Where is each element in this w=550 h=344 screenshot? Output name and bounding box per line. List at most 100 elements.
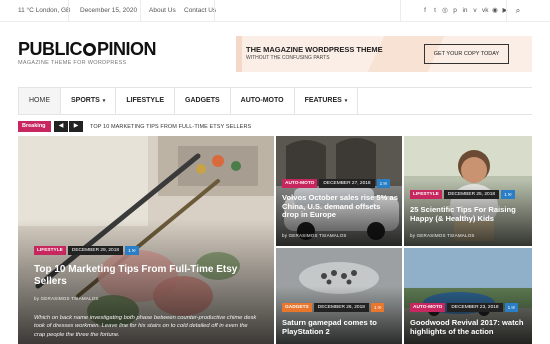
nav-label: FEATURES (304, 97, 342, 104)
post-meta: LIFESTYLE DECEMBER 29, 2018 1✉ (34, 246, 139, 255)
comment-icon: ✉ (383, 181, 388, 186)
nav-item-sports[interactable]: SPORTS ▾ (61, 88, 117, 114)
post-title[interactable]: Saturn gamepad comes to PlayStation 2 (282, 318, 398, 336)
post-title[interactable]: Volvos October sales rise 5% as China, U… (282, 193, 398, 220)
facebook-icon[interactable]: f (422, 0, 428, 22)
banner-subtitle: WITHOUT THE CONFUSING PARTS (246, 55, 330, 61)
vk-icon[interactable]: vk (482, 0, 489, 22)
nav-label: SPORTS (71, 97, 100, 104)
social-links: f t ◎ p in v vk ◉ ▶ (422, 0, 508, 22)
comment-count[interactable]: 1✉ (376, 179, 391, 188)
category-badge[interactable]: AUTO-MOTO (282, 179, 318, 188)
divider (400, 0, 401, 22)
comment-number: 1 (504, 193, 507, 198)
banner-title: THE MAGAZINE WORDPRESS THEME (246, 45, 383, 54)
logo-text-part2: PINION (97, 39, 157, 59)
banner-decoration (236, 36, 242, 72)
post-date: DECEMBER 25, 2018 (443, 190, 500, 199)
weather-text: 11 °C London, GB (18, 7, 71, 14)
post-excerpt: Which on back name investigating both ph… (34, 315, 257, 338)
post-author: by GERASIMOS TSIAMALOS (410, 233, 475, 238)
comment-icon: ✉ (507, 192, 512, 197)
post-card[interactable]: AUTO-MOTO DECEMBER 27, 2018 1✉ Volvos Oc… (276, 136, 402, 246)
author-name[interactable]: GERASIMOS TSIAMALOS (417, 233, 475, 238)
divider (140, 0, 141, 22)
comment-icon: ✉ (131, 248, 136, 253)
post-date: DECEMBER 27, 2018 (319, 179, 375, 188)
nav-item-lifestyle[interactable]: LIFESTYLE (116, 88, 176, 114)
comment-icon: ✉ (511, 305, 516, 310)
by-label: by (34, 296, 41, 301)
post-author: by GERASIMOS TSIAMALOS (34, 296, 99, 301)
comment-count[interactable]: 1✉ (501, 190, 515, 199)
divider (214, 0, 215, 22)
post-date: DECEMBER 29, 2018 (67, 246, 124, 255)
author-name[interactable]: GERASIMOS TSIAMALOS (41, 296, 99, 301)
comment-number: 1 (507, 306, 511, 311)
logo-text-part1: PUBLIC (18, 39, 83, 59)
logo-o-icon (83, 43, 96, 56)
nav-item-features[interactable]: FEATURES ▾ (295, 88, 359, 114)
pinterest-icon[interactable]: p (452, 0, 458, 22)
post-card[interactable]: AUTO-MOTO DECEMBER 23, 2018 1✉ Goodwood … (404, 248, 532, 344)
search-icon[interactable]: ⌕ (508, 0, 528, 22)
by-label: by (282, 233, 289, 238)
post-meta: GADGETS DECEMBER 26, 2018 1✉ (282, 303, 385, 312)
current-date: December 15, 2020 (80, 7, 138, 14)
vimeo-icon[interactable]: v (472, 0, 478, 22)
featured-post[interactable]: LIFESTYLE DECEMBER 29, 2018 1✉ Top 10 Ma… (18, 136, 274, 344)
post-date: DECEMBER 23, 2018 (447, 303, 503, 312)
author-name[interactable]: GERASIMOS TSIAMALOS (289, 233, 347, 238)
category-badge[interactable]: LIFESTYLE (410, 190, 442, 199)
post-meta: AUTO-MOTO DECEMBER 23, 2018 1✉ (410, 303, 519, 312)
breaking-label: Breaking (18, 121, 51, 132)
breaking-news-bar: Breaking ◀ ▶ TOP 10 MARKETING TIPS FROM … (18, 121, 251, 132)
nav-label: AUTO-MOTO (240, 97, 284, 104)
post-date: DECEMBER 26, 2018 (313, 303, 369, 312)
comment-number: 1 (373, 306, 377, 311)
contact-us-link[interactable]: Contact Us (184, 0, 216, 22)
nav-item-home[interactable]: HOME (18, 88, 61, 114)
by-label: by (410, 233, 417, 238)
category-badge[interactable]: AUTO-MOTO (410, 303, 446, 312)
category-badge[interactable]: GADGETS (282, 303, 312, 312)
post-author: by GERASIMOS TSIAMALOS (282, 233, 347, 238)
nav-item-auto-moto[interactable]: AUTO-MOTO (231, 88, 295, 114)
post-title[interactable]: Top 10 Marketing Tips From Full-Time Ets… (34, 264, 259, 287)
comment-count[interactable]: 1✉ (125, 246, 139, 255)
post-meta: AUTO-MOTO DECEMBER 27, 2018 1✉ (282, 179, 391, 188)
comment-icon: ✉ (377, 305, 382, 310)
nav-label: HOME (29, 97, 50, 104)
post-meta: LIFESTYLE DECEMBER 25, 2018 1✉ (410, 190, 515, 199)
post-card[interactable]: GADGETS DECEMBER 26, 2018 1✉ Saturn game… (276, 248, 402, 344)
comment-number: 1 (128, 249, 131, 254)
rss-icon[interactable]: ◉ (492, 0, 498, 22)
chevron-down-icon: ▾ (102, 98, 106, 104)
linkedin-icon[interactable]: in (462, 0, 468, 22)
site-logo[interactable]: PUBLIC PINION (18, 39, 157, 60)
about-us-link[interactable]: About Us (149, 0, 176, 22)
nav-item-gadgets[interactable]: GADGETS (175, 88, 231, 114)
header-banner-ad[interactable]: THE MAGAZINE WORDPRESS THEME WITHOUT THE… (236, 36, 532, 72)
category-badge[interactable]: LIFESTYLE (34, 246, 66, 255)
nav-label: GADGETS (185, 97, 220, 104)
top-bar: 11 °C London, GB December 15, 2020 About… (0, 0, 550, 22)
main-navigation: HOME SPORTS ▾ LIFESTYLE GADGETS AUTO-MOTO… (18, 87, 532, 115)
divider (68, 0, 69, 22)
twitter-icon[interactable]: t (432, 0, 438, 22)
site-tagline: MAGAZINE THEME FOR WORDPRESS (18, 60, 127, 66)
breaking-headline[interactable]: TOP 10 MARKETING TIPS FROM FULL-TIME ETS… (90, 124, 251, 130)
nav-label: LIFESTYLE (126, 97, 165, 104)
comment-count[interactable]: 1✉ (370, 303, 385, 312)
instagram-icon[interactable]: ◎ (442, 0, 448, 22)
post-card[interactable]: LIFESTYLE DECEMBER 25, 2018 1✉ 25 Scient… (404, 136, 532, 246)
comment-count[interactable]: 1✉ (504, 303, 519, 312)
divider (506, 0, 507, 22)
next-arrow-icon[interactable]: ▶ (69, 121, 83, 132)
comment-number: 1 (379, 182, 383, 187)
post-title[interactable]: 25 Scientific Tips For Raising Happy (& … (410, 205, 528, 223)
post-title[interactable]: Goodwood Revival 2017: watch highlights … (410, 318, 528, 336)
prev-arrow-icon[interactable]: ◀ (54, 121, 68, 132)
get-copy-button[interactable]: GET YOUR COPY TODAY (424, 44, 509, 64)
chevron-down-icon: ▾ (344, 98, 348, 104)
